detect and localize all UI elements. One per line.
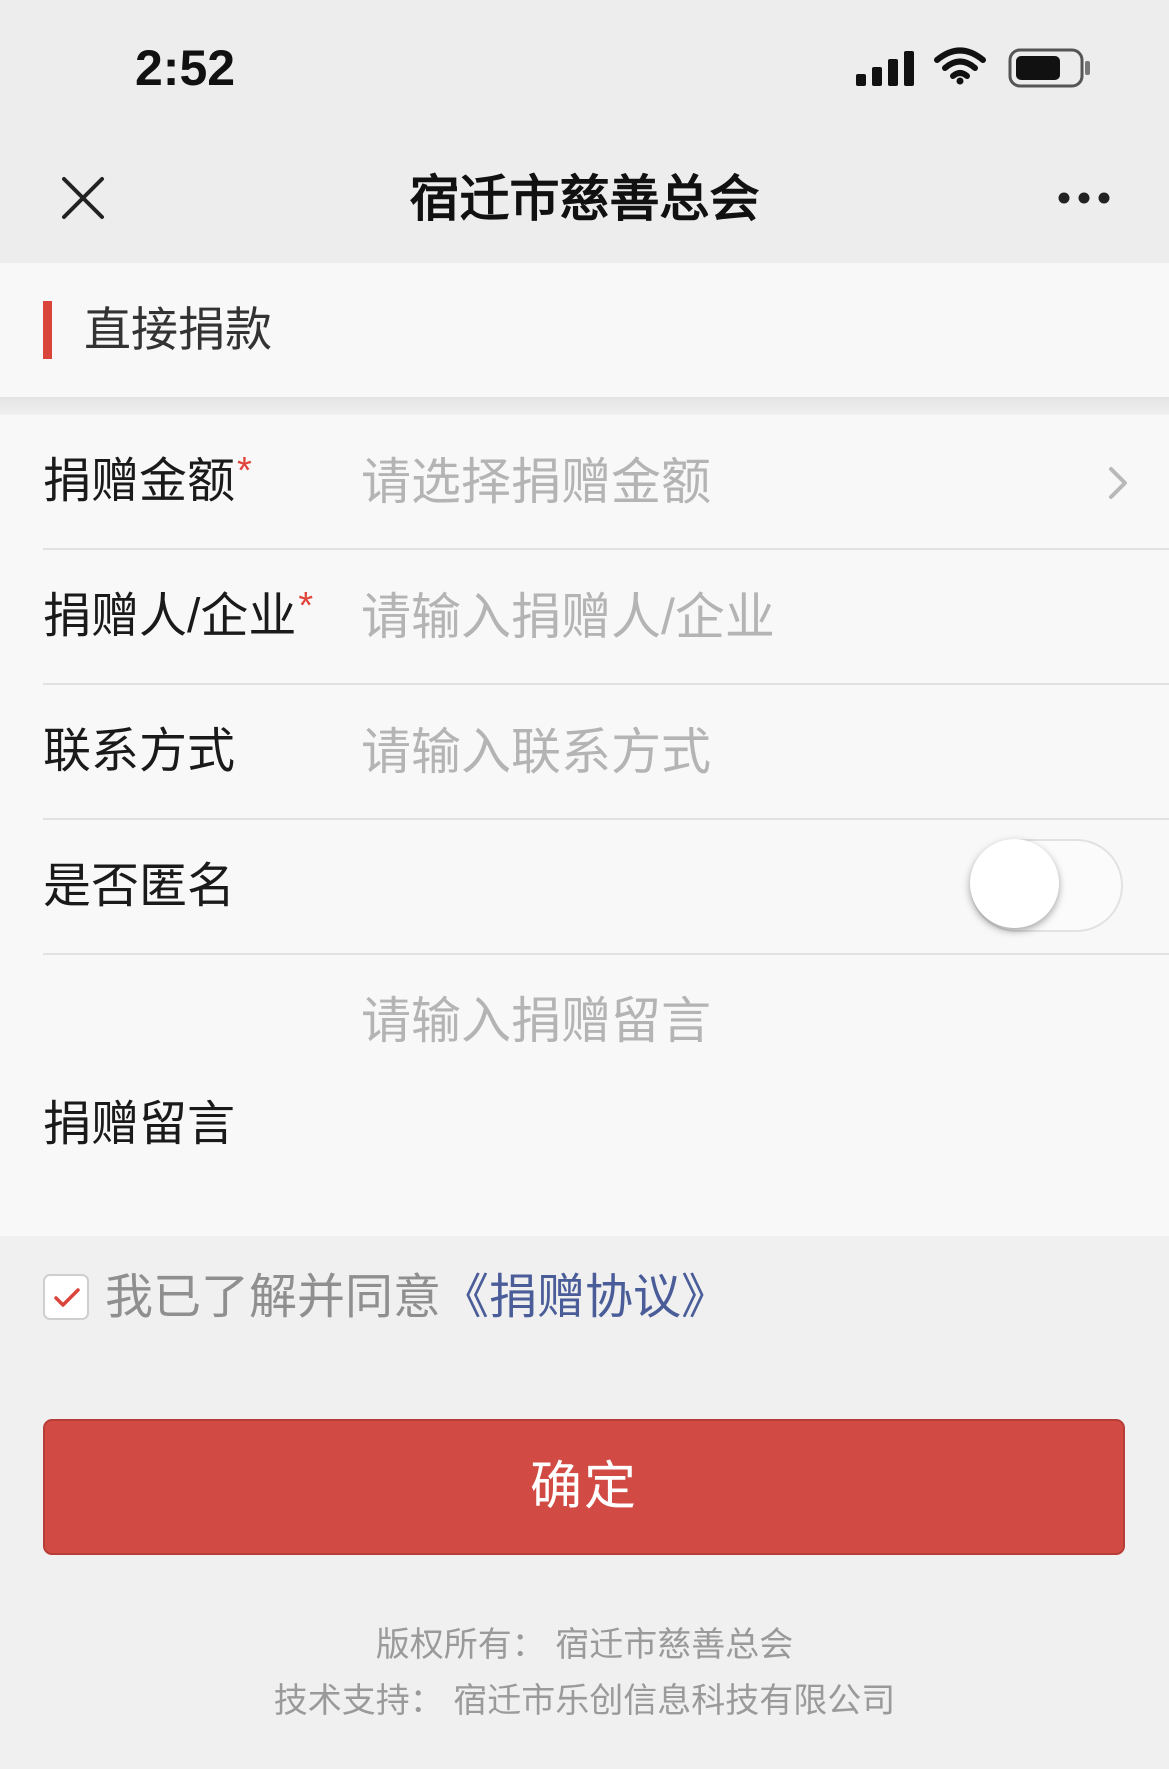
- agreement-row: 我已了解并同意《捐赠协议》: [43, 1271, 1043, 1324]
- contact-label: 联系方式: [43, 725, 236, 778]
- donation-form: 捐赠金额* 捐赠人/企业* 联系方式 是否匿名 捐赠留言: [0, 415, 1169, 1236]
- message-label: 捐赠留言: [43, 1098, 236, 1151]
- confirm-button[interactable]: 确定: [43, 1419, 1125, 1555]
- footer-copyright: 版权所有： 宿迁市慈善总会: [375, 1626, 794, 1664]
- amount-picker[interactable]: [361, 445, 1101, 519]
- battery-icon: [1008, 48, 1090, 88]
- section-header: 直接捐款: [0, 263, 1169, 397]
- section-accent-bar: [43, 301, 52, 359]
- footer-support: 技术支持： 宿迁市乐创信息科技有限公司: [273, 1682, 896, 1720]
- contact-row: 联系方式: [43, 685, 1169, 820]
- donor-row: 捐赠人/企业*: [43, 550, 1169, 685]
- agreement-text: 我已了解并同意《捐赠协议》: [105, 1271, 730, 1324]
- required-mark: *: [298, 585, 314, 627]
- message-textarea[interactable]: [361, 989, 1121, 1219]
- contact-input[interactable]: [361, 715, 1101, 789]
- more-icon[interactable]: [1057, 191, 1111, 205]
- status-bar: 2:52: [0, 0, 1169, 135]
- signal-icon: [856, 51, 914, 86]
- amount-row[interactable]: 捐赠金额*: [43, 415, 1169, 550]
- anonymous-toggle[interactable]: [970, 839, 1123, 932]
- agreement-checkbox[interactable]: [43, 1274, 89, 1320]
- page-title: 宿迁市慈善总会: [409, 171, 760, 227]
- donor-label: 捐赠人/企业*: [43, 585, 314, 643]
- checkmark-icon: [54, 1288, 80, 1307]
- wifi-icon: [934, 47, 986, 85]
- required-mark: *: [237, 450, 252, 492]
- amount-label: 捐赠金额*: [43, 450, 252, 508]
- nav-bar: 宿迁市慈善总会: [0, 135, 1169, 263]
- section-title: 直接捐款: [84, 303, 272, 356]
- message-row: 捐赠留言: [43, 955, 1169, 1236]
- toggle-knob: [970, 839, 1059, 928]
- agreement-link[interactable]: 《捐赠协议》: [441, 1271, 729, 1324]
- anonymous-label: 是否匿名: [43, 860, 236, 913]
- donor-input[interactable]: [361, 580, 1101, 654]
- status-time: 2:52: [135, 40, 236, 96]
- chevron-right-icon: [1109, 467, 1127, 499]
- section-divider: [0, 397, 1169, 415]
- anonymous-row: 是否匿名: [43, 820, 1169, 955]
